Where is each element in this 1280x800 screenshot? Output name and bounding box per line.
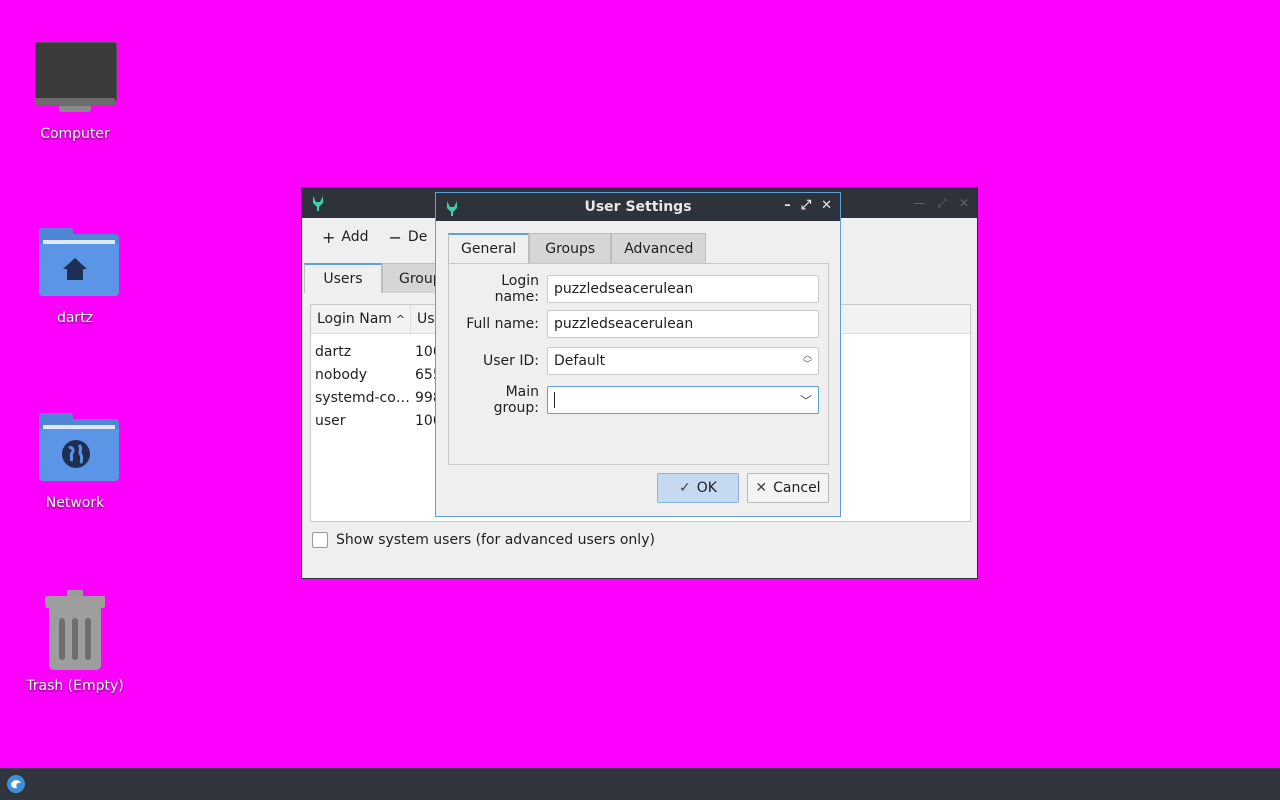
main-group-row: Main group: ﹀ bbox=[457, 384, 819, 416]
full-name-row: Full name: puzzledseacerulean bbox=[457, 310, 819, 338]
dialog-titlebar[interactable]: User Settings – ⤢ ✕ bbox=[436, 193, 840, 221]
start-menu-button[interactable] bbox=[6, 774, 26, 794]
chevron-down-icon[interactable]: ﹀ bbox=[800, 392, 812, 409]
user-id-spinbox[interactable]: Default ︿ ﹀ bbox=[547, 347, 819, 375]
main-tabs: Users Group bbox=[304, 263, 452, 293]
desktop-icon-label: dartz bbox=[56, 310, 94, 326]
show-system-users-checkbox[interactable] bbox=[312, 532, 328, 548]
cancel-button[interactable]: ✕ Cancel bbox=[747, 473, 829, 503]
spin-arrows-icon[interactable]: ︿ ﹀ bbox=[803, 352, 812, 370]
login-name-field[interactable]: puzzledseacerulean bbox=[547, 275, 819, 303]
desktop-icon-computer[interactable]: Computer bbox=[20, 38, 130, 142]
minus-icon: − bbox=[388, 227, 402, 247]
network-folder-icon bbox=[33, 407, 119, 487]
close-icon[interactable]: ✕ bbox=[959, 196, 969, 211]
tab-users[interactable]: Users bbox=[304, 263, 382, 293]
user-id-label: User ID: bbox=[483, 353, 539, 369]
close-icon[interactable]: ✕ bbox=[821, 198, 832, 213]
login-name-label: Login name: bbox=[494, 273, 539, 305]
check-icon: ✓ bbox=[679, 480, 691, 496]
start-menu-icon bbox=[7, 775, 25, 793]
tab-groups[interactable]: Groups bbox=[529, 233, 612, 263]
minimize-icon[interactable]: – bbox=[784, 198, 791, 213]
minimize-icon[interactable]: — bbox=[913, 196, 925, 211]
full-name-field[interactable]: puzzledseacerulean bbox=[547, 310, 819, 338]
home-folder-icon bbox=[33, 222, 119, 302]
desktop-icon-label: Computer bbox=[40, 126, 110, 142]
column-login-name[interactable]: Login Nam ^ bbox=[311, 305, 411, 333]
dialog-title: User Settings bbox=[584, 199, 692, 215]
dialog-tabs: General Groups Advanced bbox=[448, 233, 707, 263]
maximize-icon[interactable]: ⤢ bbox=[937, 196, 947, 211]
desktop-icon-label: Trash (Empty) bbox=[26, 678, 124, 694]
maximize-icon[interactable]: ⤢ bbox=[801, 198, 811, 213]
desktop-icon-trash[interactable]: Trash (Empty) bbox=[20, 590, 130, 694]
close-icon: ✕ bbox=[755, 480, 768, 496]
text-cursor bbox=[554, 392, 555, 408]
main-group-label: Main group: bbox=[493, 384, 539, 416]
desktop-icon-network[interactable]: Network bbox=[20, 407, 130, 511]
login-name-row: Login name: puzzledseacerulean bbox=[457, 273, 819, 305]
general-panel: Login name: puzzledseacerulean Full name… bbox=[448, 263, 829, 465]
taskbar bbox=[0, 768, 1280, 800]
desktop-icon-label: Network bbox=[45, 495, 105, 511]
user-settings-dialog: User Settings – ⤢ ✕ General Groups Advan… bbox=[435, 192, 841, 517]
main-group-combobox[interactable]: ﹀ bbox=[547, 386, 819, 414]
sort-asc-icon: ^ bbox=[395, 312, 406, 326]
app-logo-icon bbox=[447, 201, 457, 216]
tab-advanced[interactable]: Advanced bbox=[611, 233, 707, 263]
full-name-label: Full name: bbox=[466, 316, 539, 332]
computer-icon bbox=[33, 38, 117, 118]
show-system-users[interactable]: Show system users (for advanced users on… bbox=[312, 532, 655, 548]
app-logo-icon bbox=[313, 196, 323, 211]
tab-general[interactable]: General bbox=[448, 233, 530, 263]
user-id-row: User ID: Default ︿ ﹀ bbox=[457, 347, 819, 375]
trash-icon bbox=[33, 590, 117, 670]
ok-button[interactable]: ✓ OK bbox=[657, 473, 739, 503]
plus-icon: + bbox=[322, 227, 336, 247]
add-user-button[interactable]: + Add bbox=[322, 228, 369, 247]
desktop-icon-home-folder[interactable]: dartz bbox=[20, 222, 130, 326]
delete-user-button[interactable]: − De bbox=[389, 228, 428, 247]
